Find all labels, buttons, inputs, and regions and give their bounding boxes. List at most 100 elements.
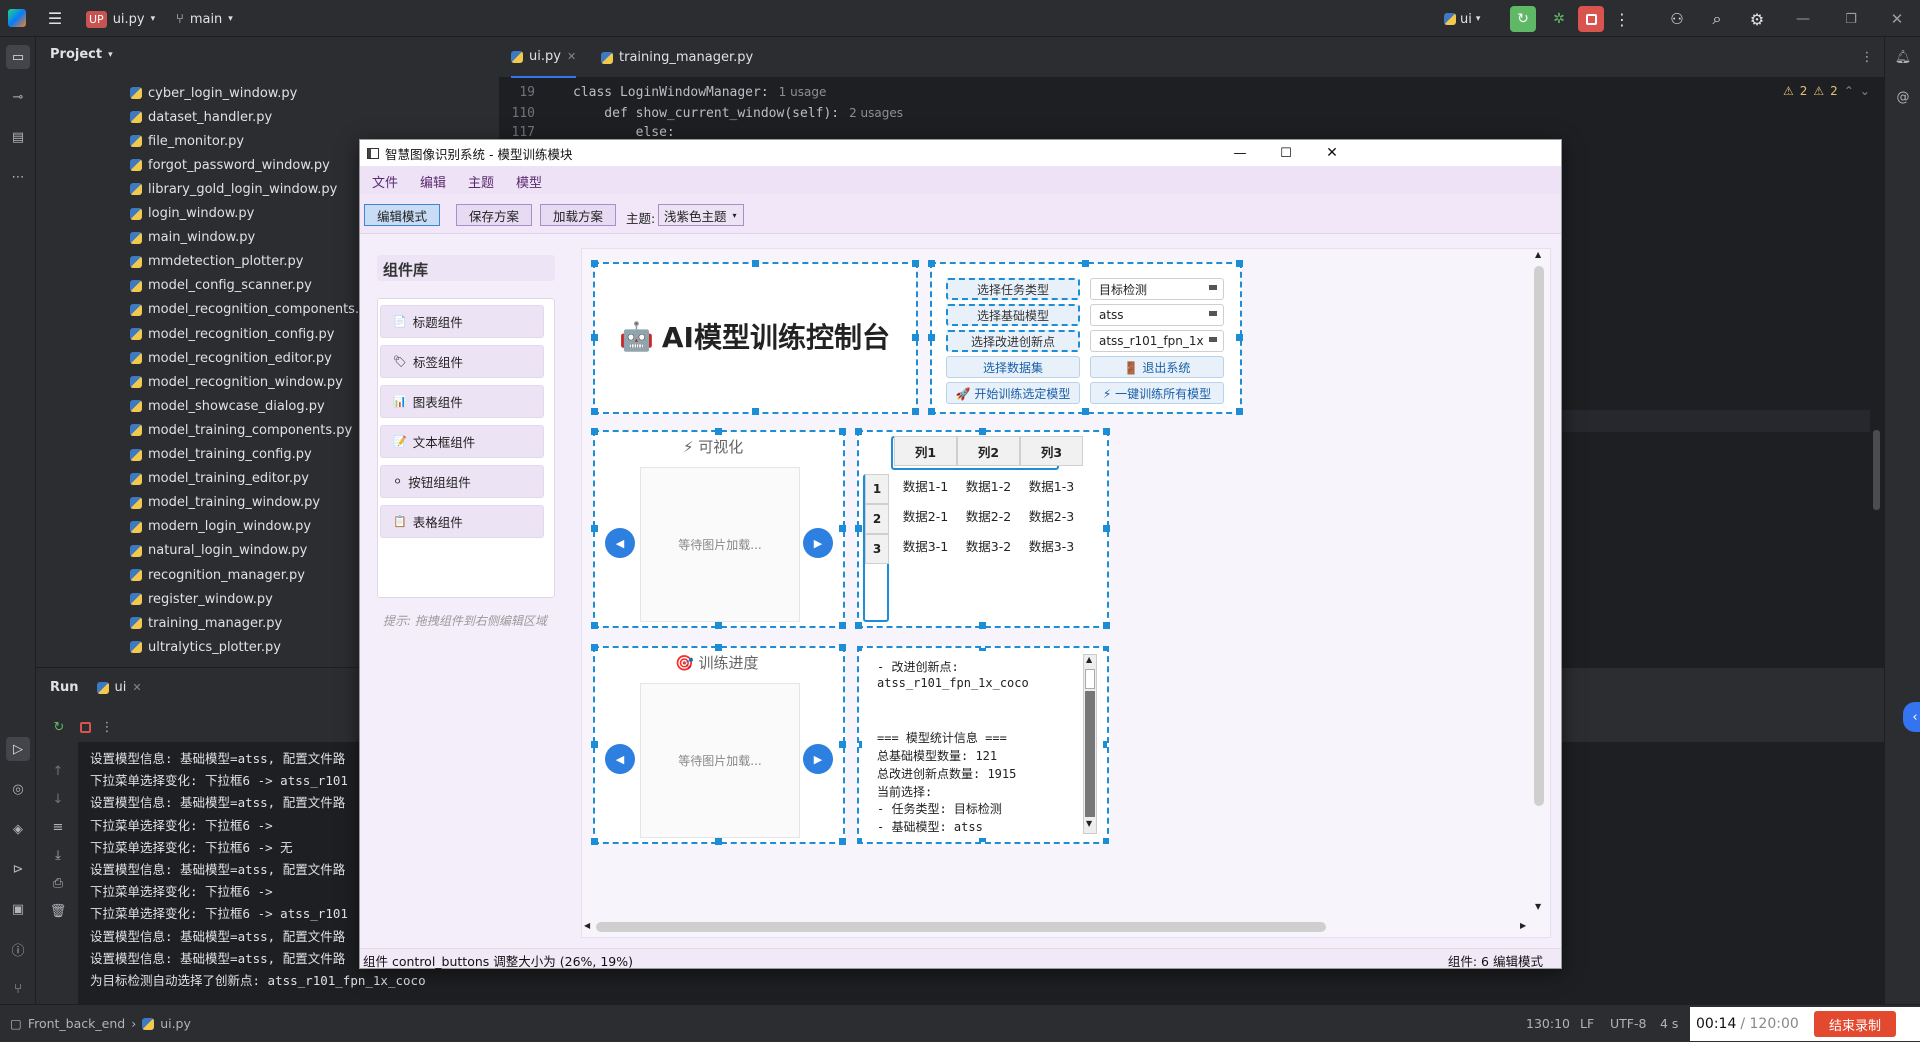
breadcrumb-project[interactable]: Front_back_end bbox=[28, 1016, 125, 1031]
file-tree-item[interactable]: model_training_window.py bbox=[130, 493, 320, 513]
resize-handle[interactable] bbox=[859, 741, 862, 748]
run-tab-label[interactable]: Run bbox=[50, 680, 79, 695]
chevron-up-icon[interactable]: ⌃ bbox=[1844, 84, 1854, 98]
training-progress-component[interactable]: 🎯 训练进度 等待图片加载... ◀ ▶ bbox=[591, 644, 846, 845]
rerun-icon[interactable]: ↻ bbox=[50, 718, 68, 736]
table-column-header[interactable]: 列2 bbox=[957, 436, 1020, 466]
resize-handle[interactable] bbox=[591, 741, 598, 748]
resize-handle[interactable] bbox=[591, 838, 598, 845]
stop-recording-button[interactable]: 结束录制 bbox=[1814, 1011, 1896, 1037]
resize-handle[interactable] bbox=[855, 428, 862, 435]
resize-handle[interactable] bbox=[1103, 622, 1110, 629]
settings-gear-icon[interactable]: ⚙ bbox=[1744, 6, 1770, 32]
file-tree-item[interactable]: main_window.py bbox=[130, 228, 255, 248]
file-encoding[interactable]: UTF-8 bbox=[1610, 1016, 1646, 1031]
resize-handle[interactable] bbox=[855, 525, 862, 532]
trash-icon[interactable]: 🗑︎ bbox=[49, 902, 67, 920]
resize-handle[interactable] bbox=[1103, 741, 1107, 748]
close-icon[interactable]: ✕ bbox=[1320, 143, 1344, 163]
select-task-button[interactable]: 选择任务类型 bbox=[946, 278, 1080, 300]
resize-handle[interactable] bbox=[591, 525, 598, 532]
table-cell[interactable]: 数据1-2 bbox=[957, 470, 1020, 500]
branch-selector[interactable]: ⑂ main ▾ bbox=[176, 8, 233, 30]
scroll-up-icon[interactable]: ↑ bbox=[49, 762, 67, 780]
resize-handle[interactable] bbox=[1103, 525, 1110, 532]
exit-system-button[interactable]: 🚪 退出系统 bbox=[1090, 356, 1224, 378]
resize-handle[interactable] bbox=[1103, 838, 1107, 842]
file-tree-item[interactable]: library_gold_login_window.py bbox=[130, 179, 337, 199]
resize-handle[interactable] bbox=[715, 622, 722, 629]
file-tree-item[interactable]: model_recognition_components.py bbox=[130, 300, 375, 320]
resize-handle[interactable] bbox=[912, 260, 919, 267]
add-user-icon[interactable]: ⚇ bbox=[1664, 6, 1690, 32]
close-icon[interactable]: ✕ bbox=[567, 50, 576, 63]
file-tree-item[interactable]: natural_login_window.py bbox=[130, 541, 307, 561]
minimize-icon[interactable]: — bbox=[1790, 6, 1816, 32]
resize-handle[interactable] bbox=[839, 644, 846, 651]
resize-handle[interactable] bbox=[839, 741, 846, 748]
project-selector[interactable]: UP ui.py ▾ bbox=[86, 8, 155, 30]
project-panel-title[interactable]: Project bbox=[50, 47, 102, 62]
table-cell[interactable]: 数据3-3 bbox=[1020, 530, 1083, 560]
next-image-button[interactable]: ▶ bbox=[803, 528, 833, 558]
save-plan-button[interactable]: 保存方案 bbox=[456, 204, 532, 226]
resize-handle[interactable] bbox=[855, 622, 862, 629]
run-config-tab[interactable]: ui bbox=[115, 680, 127, 695]
resize-handle[interactable] bbox=[979, 648, 986, 651]
file-tree-item[interactable]: mmdetection_plotter.py bbox=[130, 252, 303, 272]
rerun-button[interactable]: ↻ bbox=[1510, 6, 1536, 32]
resize-handle[interactable] bbox=[979, 622, 986, 629]
menu-model[interactable]: 模型 bbox=[516, 172, 542, 191]
table-cell[interactable]: 数据3-1 bbox=[894, 530, 957, 560]
table-column-header[interactable]: 列1 bbox=[894, 436, 957, 466]
soft-wrap-icon[interactable]: ≡ bbox=[49, 818, 67, 836]
table-row-header[interactable]: 1 bbox=[865, 474, 889, 504]
select-dataset-button[interactable]: 选择数据集 bbox=[946, 356, 1080, 378]
breadcrumb-file[interactable]: ui.py bbox=[160, 1016, 191, 1031]
prev-image-button[interactable]: ◀ bbox=[605, 528, 635, 558]
restore-icon[interactable]: ❐ bbox=[1838, 6, 1864, 32]
table-cell[interactable]: 数据1-1 bbox=[894, 470, 957, 500]
chevron-down-icon[interactable]: ⌄ bbox=[1860, 84, 1870, 98]
prev-image-button[interactable]: ◀ bbox=[605, 744, 635, 774]
control-buttons-component[interactable]: 选择任务类型 选择基础模型 选择改进创新点 选择数据集 🚀 开始训练选定模型 目… bbox=[928, 260, 1243, 415]
resize-handle[interactable] bbox=[1082, 408, 1089, 415]
scroll-down-arrow[interactable]: ▼ bbox=[1086, 819, 1092, 828]
resize-handle[interactable] bbox=[859, 648, 862, 651]
main-menu-icon[interactable]: ☰ bbox=[46, 9, 64, 28]
scroll-up-arrow[interactable]: ▲ bbox=[1086, 655, 1092, 664]
file-tree-item[interactable]: forgot_password_window.py bbox=[130, 155, 330, 175]
resize-handle[interactable] bbox=[1103, 648, 1107, 651]
resize-handle[interactable] bbox=[1082, 260, 1089, 267]
resize-handle[interactable] bbox=[715, 428, 722, 435]
more-options-icon[interactable]: ⋮ bbox=[100, 718, 114, 736]
file-tree-item[interactable]: dataset_handler.py bbox=[130, 107, 272, 127]
inspection-widget[interactable]: ⚠ 2 ⚠ 2 ⌃ ⌄ bbox=[1783, 84, 1870, 98]
log-text-component[interactable]: - 改进创新点: atss_r101_fpn_1x_coco === 模型统计信息 … bbox=[857, 646, 1109, 844]
search-icon[interactable]: ⌕ bbox=[1704, 6, 1730, 32]
commit-icon[interactable]: ⊸ bbox=[6, 85, 30, 109]
task-type-combo[interactable]: 目标检测 bbox=[1090, 278, 1224, 300]
file-tree-item[interactable]: model_config_scanner.py bbox=[130, 276, 312, 296]
resize-handle[interactable] bbox=[591, 260, 598, 267]
layers-icon[interactable]: ◈ bbox=[6, 817, 30, 841]
more-options-icon[interactable]: ⋮ bbox=[1612, 6, 1632, 32]
resize-handle[interactable] bbox=[912, 408, 919, 415]
vertical-scrollbar[interactable]: ▲ ▼ bbox=[1532, 250, 1546, 920]
start-training-button[interactable]: 🚀 开始训练选定模型 bbox=[946, 382, 1080, 404]
palette-item[interactable]: 📊 图表组件 bbox=[380, 385, 544, 418]
resize-handle[interactable] bbox=[1236, 408, 1243, 415]
file-tree-item[interactable]: cyber_login_window.py bbox=[130, 83, 297, 103]
table-row-header[interactable]: 3 bbox=[865, 534, 889, 564]
maximize-icon[interactable]: ☐ bbox=[1274, 143, 1298, 163]
resize-handle[interactable] bbox=[591, 644, 598, 651]
resize-handle[interactable] bbox=[839, 622, 846, 629]
resize-handle[interactable] bbox=[928, 408, 935, 415]
theme-select[interactable]: 浅紫色主题 ▾ bbox=[658, 204, 744, 226]
usage-hint[interactable]: 2 usages bbox=[849, 106, 903, 120]
resize-handle[interactable] bbox=[591, 622, 598, 629]
file-tree-item[interactable]: register_window.py bbox=[130, 589, 273, 609]
select-innovation-button[interactable]: 选择改进创新点 bbox=[946, 330, 1080, 352]
table-column-header[interactable]: 列3 bbox=[1020, 436, 1083, 466]
resize-handle[interactable] bbox=[912, 334, 919, 341]
